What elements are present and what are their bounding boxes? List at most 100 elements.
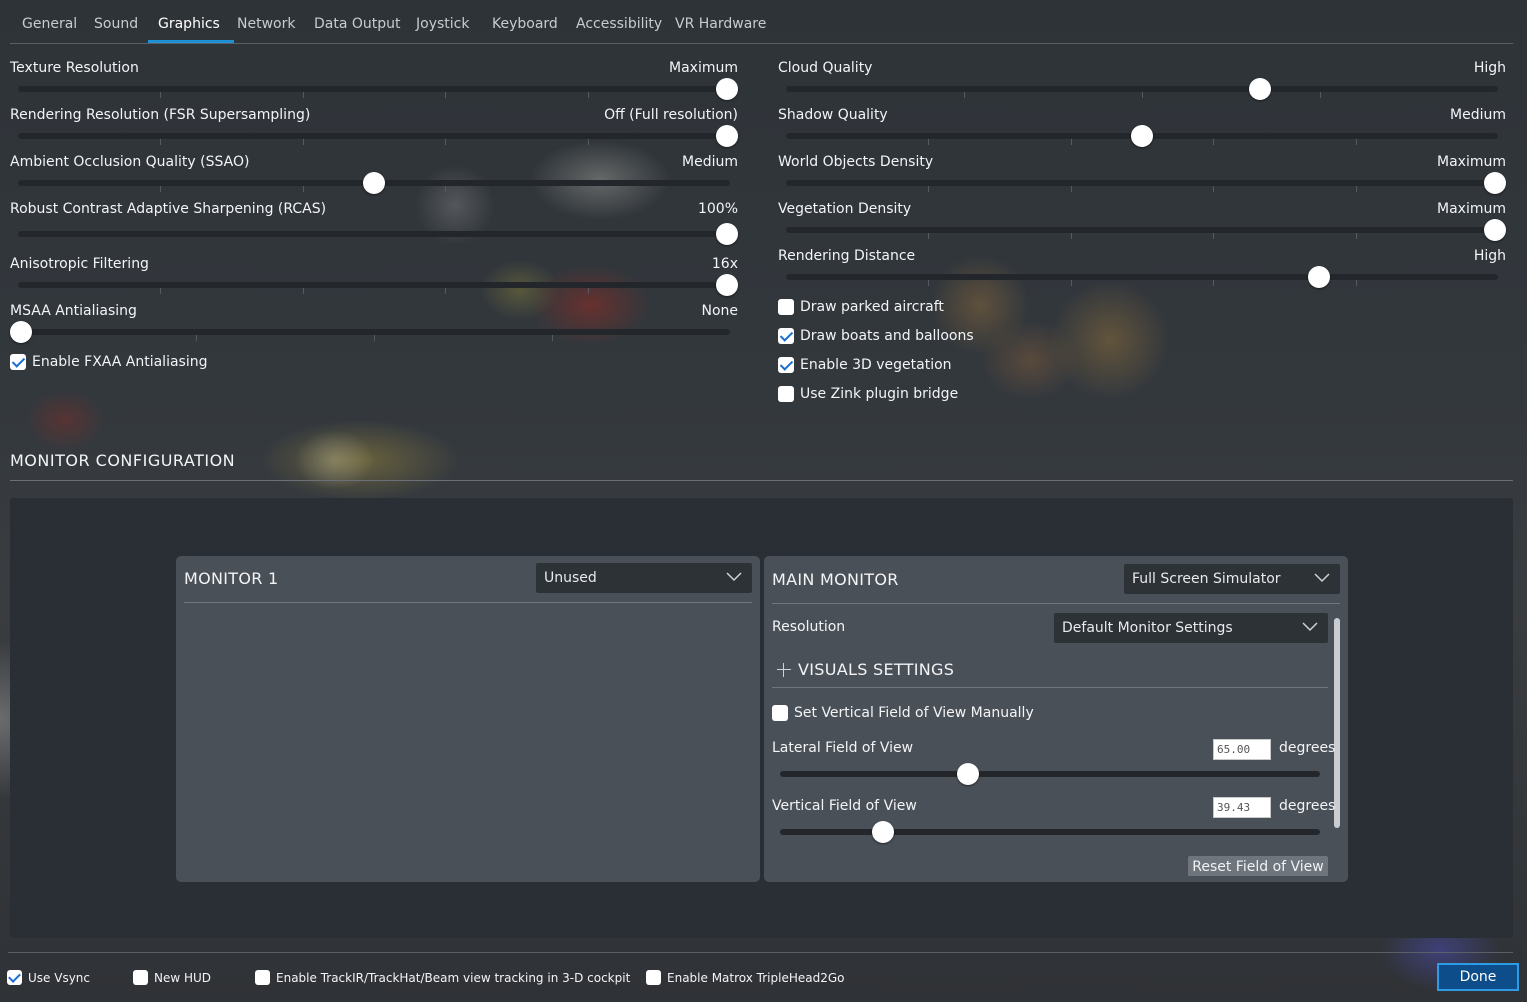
- use-vsync-checkbox[interactable]: Use Vsync: [7, 970, 90, 985]
- reset-fov-button[interactable]: Reset Field of View: [1188, 856, 1328, 876]
- right-slider-thumb[interactable]: [1484, 219, 1506, 241]
- slider-tick: [1071, 139, 1072, 145]
- left-slider-track[interactable]: [18, 329, 730, 341]
- right-slider-value: High: [1473, 60, 1506, 76]
- left-slider-thumb[interactable]: [363, 172, 385, 194]
- enable-3d-vegetation-checkbox[interactable]: Enable 3D vegetation: [778, 357, 952, 373]
- left-slider-track[interactable]: [18, 86, 730, 98]
- right-slider-track[interactable]: [786, 86, 1498, 98]
- tab-network[interactable]: Network: [237, 16, 295, 32]
- slider-tick: [303, 288, 304, 294]
- tab-sound[interactable]: Sound: [94, 16, 138, 32]
- slider-tick: [1320, 92, 1321, 98]
- vertical-fov-slider-track[interactable]: [780, 829, 1320, 835]
- monitor-1-mode-value: Unused: [544, 570, 597, 586]
- main-monitor-mode-value: Full Screen Simulator: [1132, 571, 1281, 587]
- resolution-dropdown[interactable]: Default Monitor Settings: [1054, 613, 1328, 643]
- checkbox-box[interactable]: [778, 386, 794, 402]
- monitor-1-panel: MONITOR 1 Unused: [176, 556, 760, 882]
- lateral-fov-slider-track[interactable]: [780, 771, 1320, 777]
- right-slider-thumb[interactable]: [1308, 266, 1330, 288]
- slider-tick: [588, 186, 589, 192]
- right-slider-label: Shadow Quality: [778, 107, 888, 123]
- left-slider-thumb[interactable]: [10, 321, 32, 343]
- right-slider-label: Cloud Quality: [778, 60, 873, 76]
- slider-tick: [1071, 186, 1072, 192]
- draw-boats-balloons-label: Draw boats and balloons: [800, 328, 974, 344]
- slider-tick: [964, 92, 965, 98]
- zink-plugin-bridge-checkbox[interactable]: Use Zink plugin bridge: [778, 386, 958, 402]
- slider-tick: [1356, 186, 1357, 192]
- left-slider-label: Texture Resolution: [10, 60, 139, 76]
- active-tab-indicator: [148, 40, 234, 43]
- left-slider-track[interactable]: [18, 133, 730, 145]
- checkbox-box[interactable]: [7, 970, 22, 985]
- slider-tick: [445, 92, 446, 98]
- slider-tick: [196, 335, 197, 341]
- expand-plus-icon[interactable]: [777, 663, 791, 677]
- checkbox-box[interactable]: [778, 357, 794, 373]
- right-slider-thumb[interactable]: [1249, 78, 1271, 100]
- slider-tick: [160, 186, 161, 192]
- slider-tick: [160, 288, 161, 294]
- main-monitor-mode-dropdown[interactable]: Full Screen Simulator: [1124, 564, 1340, 594]
- right-slider-track[interactable]: [786, 180, 1498, 192]
- tab-general[interactable]: General: [22, 16, 77, 32]
- new-hud-checkbox[interactable]: New HUD: [133, 970, 211, 985]
- left-slider-value: Medium: [682, 154, 738, 170]
- left-slider-thumb[interactable]: [716, 78, 738, 100]
- slider-tick: [1071, 233, 1072, 239]
- monitor-1-mode-dropdown[interactable]: Unused: [536, 563, 752, 593]
- lateral-fov-unit: degrees: [1279, 740, 1336, 756]
- left-slider-track[interactable]: [18, 282, 730, 294]
- lateral-fov-slider-thumb[interactable]: [957, 763, 979, 785]
- tab-vr-hardware[interactable]: VR Hardware: [675, 16, 766, 32]
- checkbox-box[interactable]: [133, 970, 148, 985]
- slider-tick: [445, 288, 446, 294]
- matrox-checkbox[interactable]: Enable Matrox TripleHead2Go: [646, 970, 844, 985]
- tab-keyboard[interactable]: Keyboard: [492, 16, 558, 32]
- right-slider-track[interactable]: [786, 227, 1498, 239]
- vertical-fov-input[interactable]: [1213, 797, 1271, 818]
- left-slider-value: Maximum: [669, 60, 738, 76]
- tab-graphics[interactable]: Graphics: [158, 16, 220, 32]
- slider-tick: [1142, 92, 1143, 98]
- checkbox-box[interactable]: [10, 354, 26, 370]
- left-slider-value: Off (Full resolution): [604, 107, 738, 123]
- tab-data-output[interactable]: Data Output: [314, 16, 401, 32]
- tab-joystick[interactable]: Joystick: [416, 16, 469, 32]
- draw-parked-aircraft-checkbox[interactable]: Draw parked aircraft: [778, 299, 944, 315]
- left-slider-thumb[interactable]: [716, 125, 738, 147]
- visuals-settings-title[interactable]: VISUALS SETTINGS: [798, 660, 954, 679]
- right-slider-thumb[interactable]: [1484, 172, 1506, 194]
- left-slider-track[interactable]: [18, 231, 730, 237]
- tab-accessibility[interactable]: Accessibility: [576, 16, 662, 32]
- done-button[interactable]: Done: [1437, 963, 1519, 991]
- slider-tick: [1071, 280, 1072, 286]
- right-slider-track[interactable]: [786, 274, 1498, 286]
- slider-tick: [160, 139, 161, 145]
- left-slider-thumb[interactable]: [716, 223, 738, 245]
- set-vfov-manually-checkbox[interactable]: Set Vertical Field of View Manually: [772, 705, 1034, 721]
- trackir-label: Enable TrackIR/TrackHat/Beam view tracki…: [276, 970, 631, 985]
- checkbox-box[interactable]: [646, 970, 661, 985]
- slider-tick: [928, 186, 929, 192]
- slider-tick: [303, 186, 304, 192]
- matrox-label: Enable Matrox TripleHead2Go: [667, 970, 845, 985]
- checkbox-box[interactable]: [772, 705, 788, 721]
- slider-tick: [303, 92, 304, 98]
- trackir-checkbox[interactable]: Enable TrackIR/TrackHat/Beam view tracki…: [255, 970, 630, 985]
- lateral-fov-input[interactable]: [1213, 739, 1271, 760]
- left-slider-label: Rendering Resolution (FSR Supersampling): [10, 107, 311, 123]
- checkbox-box[interactable]: [778, 328, 794, 344]
- fxaa-checkbox[interactable]: Enable FXAA Antialiasing: [10, 354, 208, 370]
- panel-scrollbar[interactable]: [1334, 618, 1340, 828]
- left-slider-thumb[interactable]: [716, 274, 738, 296]
- slider-tick: [1213, 186, 1214, 192]
- checkbox-box[interactable]: [778, 299, 794, 315]
- right-slider-thumb[interactable]: [1131, 125, 1153, 147]
- checkbox-box[interactable]: [255, 970, 270, 985]
- right-slider-label: Rendering Distance: [778, 248, 916, 264]
- draw-boats-balloons-checkbox[interactable]: Draw boats and balloons: [778, 328, 974, 344]
- vertical-fov-slider-thumb[interactable]: [872, 821, 894, 843]
